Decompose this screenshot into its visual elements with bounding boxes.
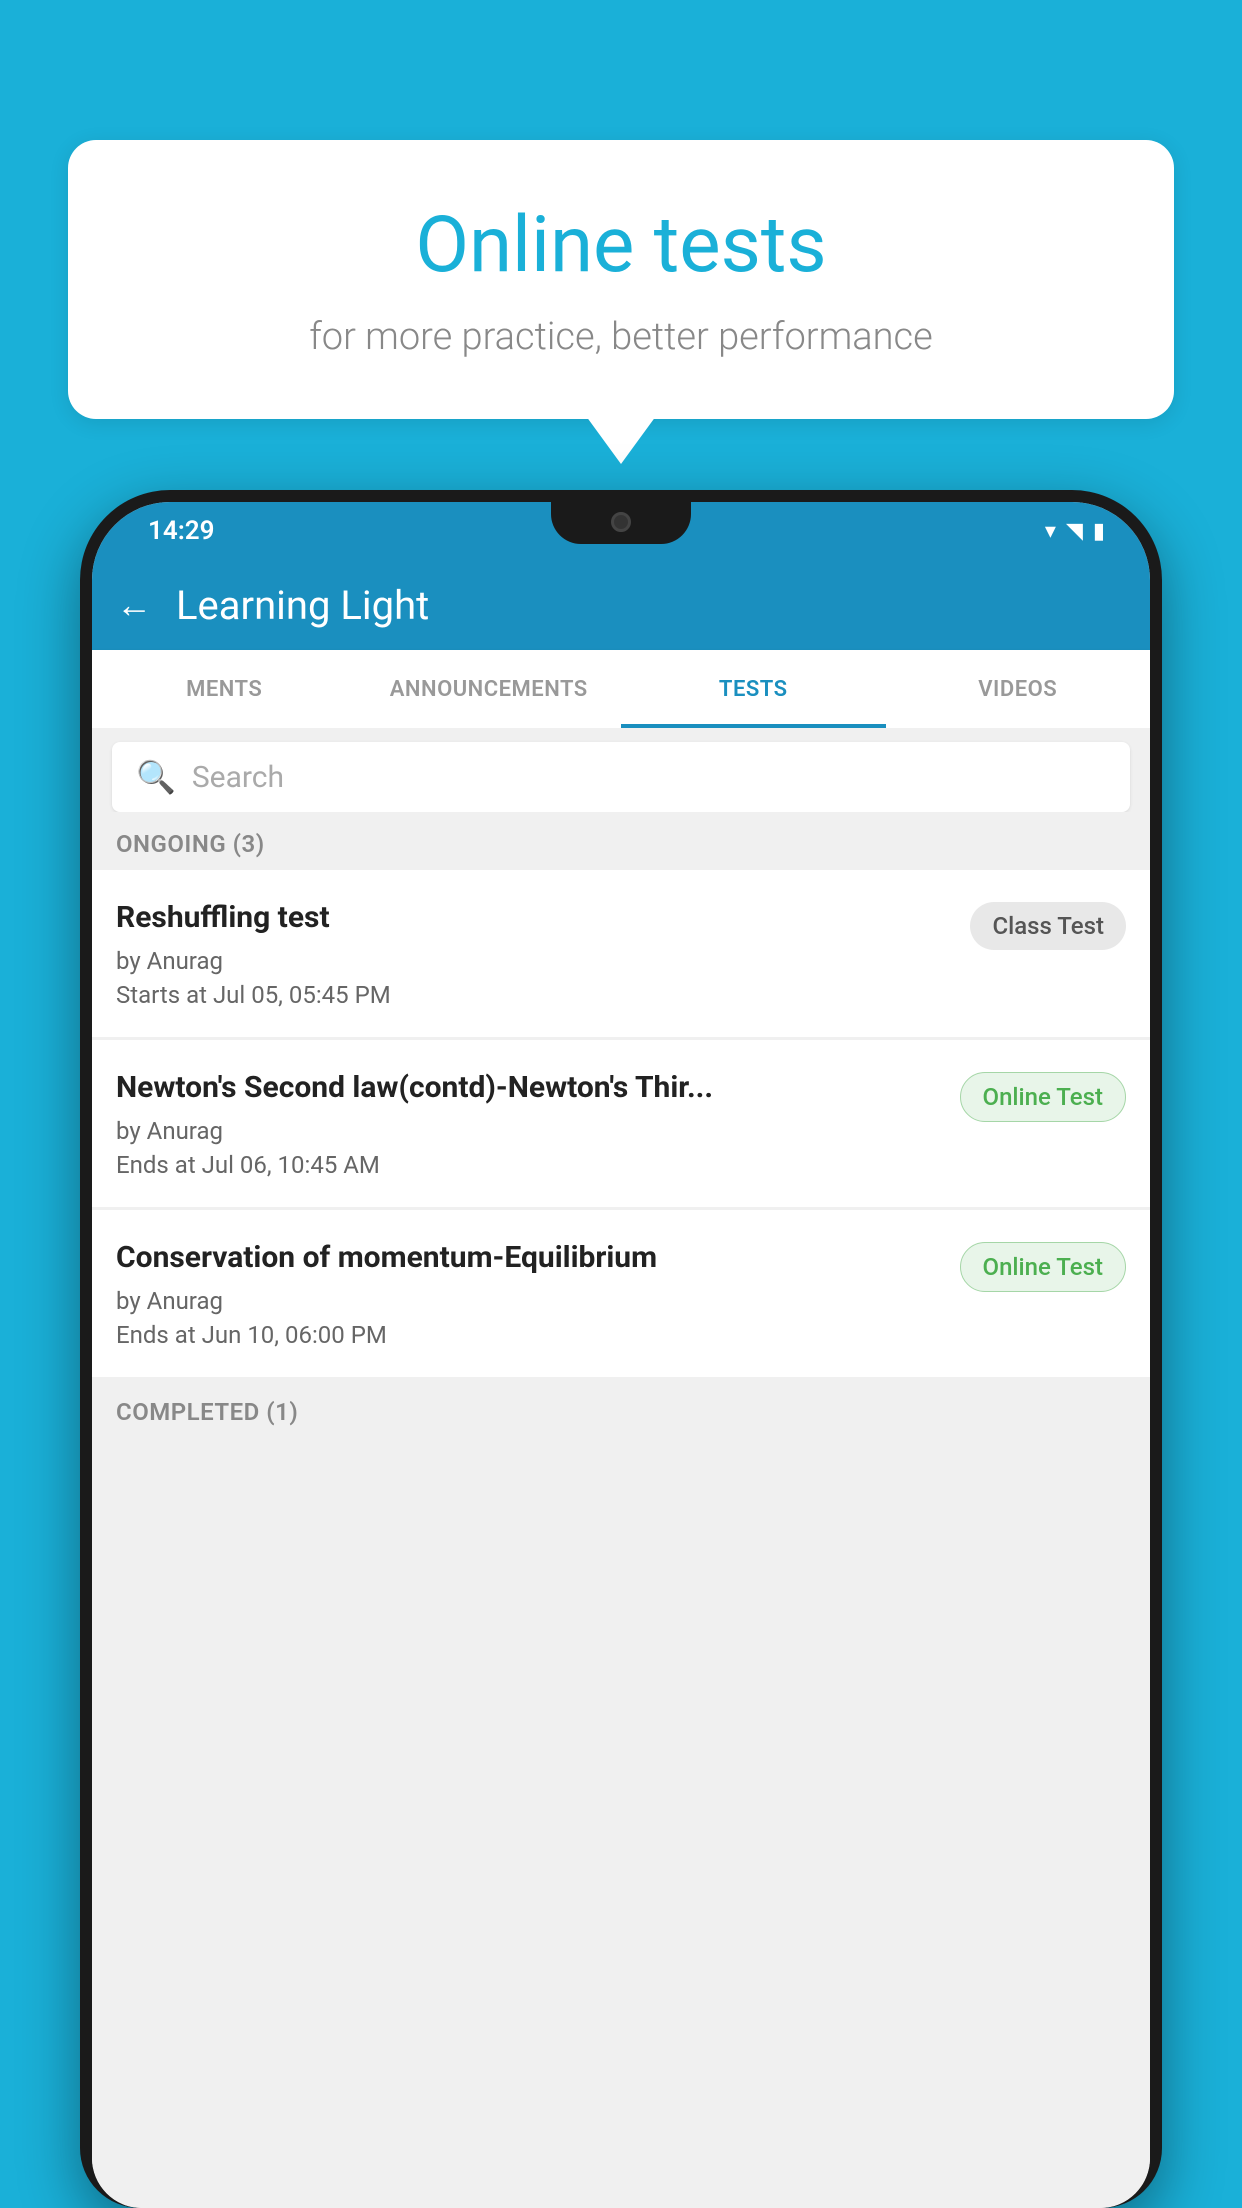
status-time: 14:29 bbox=[148, 516, 215, 546]
tab-tests[interactable]: TESTS bbox=[621, 650, 886, 728]
signal-icon: ◥ bbox=[1066, 519, 1083, 544]
status-icons: ▾ ◥ ▮ bbox=[1045, 519, 1105, 544]
search-icon: 🔍 bbox=[136, 758, 176, 796]
section-header-ongoing: ONGOING (3) bbox=[92, 812, 1150, 870]
test-name-2: Newton's Second law(contd)-Newton's Thir… bbox=[116, 1068, 944, 1107]
app-title: Learning Light bbox=[176, 582, 429, 629]
test-time-3: Ends at Jun 10, 06:00 PM bbox=[116, 1321, 944, 1349]
test-badge-3: Online Test bbox=[960, 1242, 1126, 1292]
phone-frame: 14:29 ▾ ◥ ▮ ← Learning Light MENTS ANNOU… bbox=[80, 490, 1162, 2208]
search-bar[interactable]: 🔍 Search bbox=[112, 742, 1130, 812]
test-badge-1: Class Test bbox=[970, 902, 1126, 950]
test-card-2[interactable]: Newton's Second law(contd)-Newton's Thir… bbox=[92, 1040, 1150, 1207]
search-placeholder: Search bbox=[192, 760, 284, 795]
wifi-icon: ▾ bbox=[1045, 519, 1056, 544]
test-card-1[interactable]: Reshuffling test by Anurag Starts at Jul… bbox=[92, 870, 1150, 1037]
bubble-title: Online tests bbox=[118, 200, 1124, 291]
test-info-2: Newton's Second law(contd)-Newton's Thir… bbox=[116, 1068, 944, 1179]
phone-notch bbox=[551, 502, 691, 544]
test-time-2: Ends at Jul 06, 10:45 AM bbox=[116, 1151, 944, 1179]
back-button[interactable]: ← bbox=[116, 584, 152, 626]
section-header-completed: COMPLETED (1) bbox=[92, 1380, 1150, 1438]
phone-screen: 14:29 ▾ ◥ ▮ ← Learning Light MENTS ANNOU… bbox=[92, 502, 1150, 2208]
tab-videos[interactable]: VIDEOS bbox=[886, 650, 1151, 728]
content-area: ONGOING (3) Reshuffling test by Anurag S… bbox=[92, 812, 1150, 2208]
test-name-1: Reshuffling test bbox=[116, 898, 954, 937]
speech-bubble: Online tests for more practice, better p… bbox=[68, 140, 1174, 419]
test-badge-2: Online Test bbox=[960, 1072, 1126, 1122]
bubble-subtitle: for more practice, better performance bbox=[118, 315, 1124, 359]
battery-icon: ▮ bbox=[1093, 519, 1105, 544]
test-info-1: Reshuffling test by Anurag Starts at Jul… bbox=[116, 898, 954, 1009]
test-author-2: by Anurag bbox=[116, 1117, 944, 1145]
test-name-3: Conservation of momentum-Equilibrium bbox=[116, 1238, 944, 1277]
test-info-3: Conservation of momentum-Equilibrium by … bbox=[116, 1238, 944, 1349]
test-author-1: by Anurag bbox=[116, 947, 954, 975]
app-bar: ← Learning Light bbox=[92, 560, 1150, 650]
tab-ments[interactable]: MENTS bbox=[92, 650, 357, 728]
tab-announcements[interactable]: ANNOUNCEMENTS bbox=[357, 650, 622, 728]
tabs-bar: MENTS ANNOUNCEMENTS TESTS VIDEOS bbox=[92, 650, 1150, 728]
front-camera bbox=[611, 512, 631, 532]
test-author-3: by Anurag bbox=[116, 1287, 944, 1315]
test-time-1: Starts at Jul 05, 05:45 PM bbox=[116, 981, 954, 1009]
test-card-3[interactable]: Conservation of momentum-Equilibrium by … bbox=[92, 1210, 1150, 1377]
